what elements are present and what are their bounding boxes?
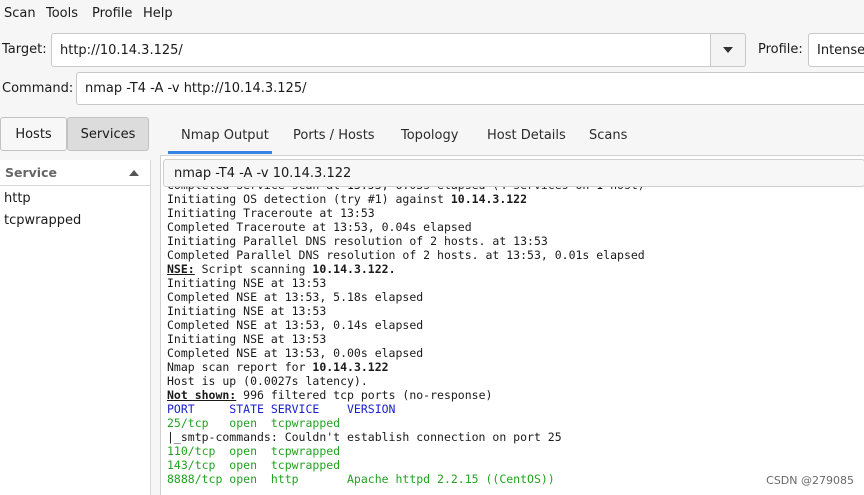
log-line: NSE: Script scanning 10.14.3.122. xyxy=(167,262,864,276)
log-line: Initiating NSE at 13:53 xyxy=(167,304,864,318)
log-segment: Script scanning xyxy=(194,262,313,276)
log-line: Completed Parallel DNS resolution of 2 h… xyxy=(167,248,864,262)
log-segment: Completed NSE at 13:53, 0.00s elapsed xyxy=(167,346,424,360)
menubar: Scan Tools Profile Help xyxy=(0,0,864,28)
log-segment: 10.14.3.122. xyxy=(312,262,396,276)
log-segment: |_smtp-commands: Couldn't establish conn… xyxy=(167,430,562,444)
log-line: Initiating Traceroute at 13:53 xyxy=(167,206,864,220)
log-segment: NSE: xyxy=(167,262,195,276)
log-line: Not shown: 996 filtered tcp ports (no-re… xyxy=(167,388,864,402)
log-segment: 110/tcp open tcpwrapped xyxy=(167,444,341,458)
tab-ports-hosts[interactable]: Ports / Hosts xyxy=(293,128,375,143)
target-input[interactable]: http://10.14.3.125/ xyxy=(51,33,711,67)
services-button[interactable]: Services xyxy=(67,117,149,151)
service-list: Service http tcpwrapped xyxy=(0,160,151,495)
log-line: Initiating OS detection (try #1) against… xyxy=(167,192,864,206)
log-line: Completed Traceroute at 13:53, 0.04s ela… xyxy=(167,220,864,234)
log-segment: Host is up (0.0027s latency). xyxy=(167,374,368,388)
log-line: 25/tcp open tcpwrapped xyxy=(167,416,864,430)
log-line: Nmap scan report for 10.14.3.122 xyxy=(167,360,864,374)
tab-nmap-output[interactable]: Nmap Output xyxy=(181,128,269,143)
log-segment: Completed NSE at 13:53, 0.14s elapsed xyxy=(167,318,424,332)
menu-tools[interactable]: Tools xyxy=(46,6,78,21)
menu-scan[interactable]: Scan xyxy=(4,6,36,21)
menu-profile[interactable]: Profile xyxy=(92,6,132,21)
scan-output-log[interactable]: Completed Service scan at 13:53, 6.03s e… xyxy=(167,185,864,495)
service-header-label: Service xyxy=(5,165,57,180)
log-segment: Completed Traceroute at 13:53, 0.04s ela… xyxy=(167,220,472,234)
profile-label: Profile: xyxy=(758,42,803,57)
log-line: Initiating NSE at 13:53 xyxy=(167,276,864,290)
output-tabs: Nmap Output Ports / Hosts Topology Host … xyxy=(160,118,864,156)
log-line: 8888/tcp open http Apache httpd 2.2.15 (… xyxy=(167,472,864,486)
log-segment: 10.14.3.122 xyxy=(450,192,528,206)
log-line: Completed NSE at 13:53, 0.14s elapsed xyxy=(167,318,864,332)
command-input[interactable]: nmap -T4 -A -v http://10.14.3.125/ xyxy=(76,72,864,105)
service-item-http[interactable]: http xyxy=(4,191,31,206)
log-line: 143/tcp open tcpwrapped xyxy=(167,458,864,472)
log-line: Host is up (0.0027s latency). xyxy=(167,374,864,388)
services-button-label: Services xyxy=(80,126,136,142)
log-segment: Initiating Traceroute at 13:53 xyxy=(167,206,375,220)
log-segment: Not shown: xyxy=(167,388,237,402)
tab-scans[interactable]: Scans xyxy=(589,128,627,143)
target-dropdown-button[interactable] xyxy=(710,33,746,67)
log-line: Initiating NSE at 13:53 xyxy=(167,332,864,346)
command-label: Command: xyxy=(2,81,74,96)
log-segment: 25/tcp open tcpwrapped xyxy=(167,416,341,430)
command-value: nmap -T4 -A -v http://10.14.3.125/ xyxy=(85,81,307,96)
tab-host-details[interactable]: Host Details xyxy=(487,128,566,143)
chevron-down-icon xyxy=(723,47,733,53)
tab-topology[interactable]: Topology xyxy=(401,128,458,143)
log-segment: Nmap scan report for xyxy=(167,360,313,374)
log-line: Completed NSE at 13:53, 0.00s elapsed xyxy=(167,346,864,360)
log-line: 110/tcp open tcpwrapped xyxy=(167,444,864,458)
target-label: Target: xyxy=(2,42,47,57)
log-segment: 996 filtered tcp ports (no-response) xyxy=(236,388,493,402)
log-segment: Initiating OS detection (try #1) against xyxy=(167,192,451,206)
output-command-value: nmap -T4 -A -v 10.14.3.122 xyxy=(174,165,352,181)
log-segment: Completed Parallel DNS resolution of 2 h… xyxy=(167,248,645,262)
log-line: Completed NSE at 13:53, 5.18s elapsed xyxy=(167,290,864,304)
log-segment: Initiating Parallel DNS resolution of 2 … xyxy=(167,234,548,248)
log-segment: PORT STATE SERVICE VERSION xyxy=(167,402,396,416)
log-segment: 143/tcp open tcpwrapped xyxy=(167,458,341,472)
log-line: |_smtp-commands: Couldn't establish conn… xyxy=(167,430,864,444)
log-segment: Initiating NSE at 13:53 xyxy=(167,304,327,318)
log-segment: Initiating NSE at 13:53 xyxy=(167,332,327,346)
log-segment: Initiating NSE at 13:53 xyxy=(167,276,327,290)
watermark: CSDN @279085 xyxy=(766,474,854,487)
profile-combo[interactable]: Intense xyxy=(808,33,864,67)
log-line: Initiating Parallel DNS resolution of 2 … xyxy=(167,234,864,248)
service-item-tcpwrapped[interactable]: tcpwrapped xyxy=(4,213,81,228)
nmap-output-panel: Completed Service scan at 13:53, 6.03s e… xyxy=(160,156,864,495)
menu-help[interactable]: Help xyxy=(143,6,173,21)
service-column-header[interactable]: Service xyxy=(0,160,150,186)
target-value: http://10.14.3.125/ xyxy=(60,42,183,58)
log-segment: 8888/tcp open http Apache httpd 2.2.15 (… xyxy=(167,472,555,486)
log-line: PORT STATE SERVICE VERSION xyxy=(167,402,864,416)
log-segment: 10.14.3.122 xyxy=(312,360,389,374)
sort-ascending-icon xyxy=(129,170,139,176)
hosts-button-label: Hosts xyxy=(15,126,52,142)
hosts-button[interactable]: Hosts xyxy=(0,117,67,151)
output-command-selector[interactable]: nmap -T4 -A -v 10.14.3.122 xyxy=(163,159,864,187)
log-segment: Completed NSE at 13:53, 5.18s elapsed xyxy=(167,290,424,304)
active-tab-indicator xyxy=(168,151,272,154)
profile-value: Intense xyxy=(817,42,864,58)
